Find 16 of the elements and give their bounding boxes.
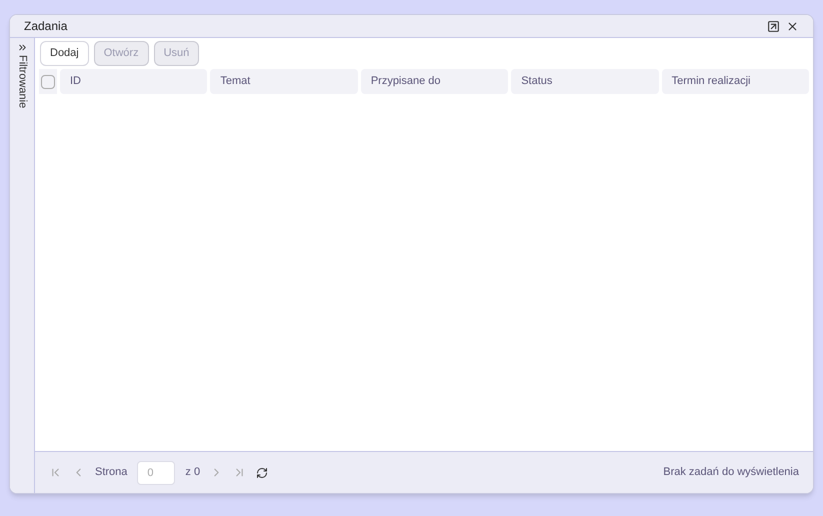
toolbar-button[interactable]: Dodaj (40, 41, 89, 66)
status-text: Brak zadań do wyświetlenia (663, 465, 799, 480)
column-header[interactable]: Przypisane do (360, 69, 508, 94)
page-label: Strona (95, 465, 128, 480)
column-header[interactable]: Temat (210, 69, 358, 94)
close-icon[interactable] (786, 20, 799, 32)
column-header[interactable]: Termin realizacji (662, 69, 810, 94)
column-header[interactable]: ID (60, 69, 208, 94)
popout-icon[interactable] (767, 20, 780, 32)
window-title: Zadania (24, 18, 68, 35)
filter-panel[interactable]: Filtrowanie (10, 38, 35, 493)
select-all-checkbox[interactable] (41, 74, 55, 88)
filter-label: Filtrowanie (15, 55, 30, 108)
page-count: z 0 (185, 465, 200, 480)
refresh-icon[interactable] (256, 466, 268, 478)
column-header[interactable]: Status (511, 69, 659, 94)
